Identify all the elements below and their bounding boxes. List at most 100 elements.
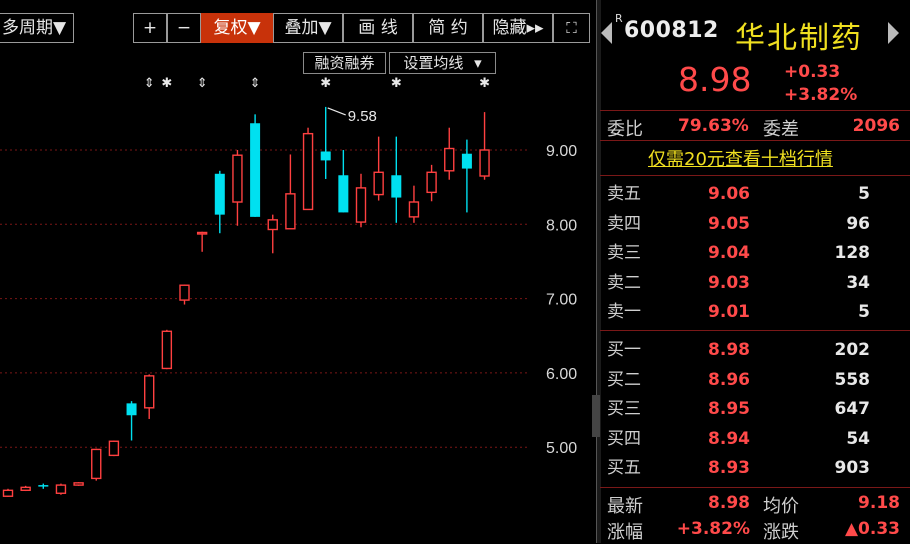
candle[interactable] — [179, 284, 190, 305]
prev-stock-icon[interactable] — [601, 22, 612, 44]
bid-row[interactable]: 买二 8.96 558 — [600, 365, 910, 395]
margin-trading-button[interactable]: 融资融券 — [303, 52, 386, 74]
bid-row[interactable]: 买一 8.98 202 — [600, 335, 910, 365]
ask-row[interactable]: 卖四 9.05 96 — [600, 209, 910, 239]
candle[interactable] — [38, 483, 49, 489]
candle[interactable] — [408, 185, 420, 223]
bid-row[interactable]: 买三 8.95 647 — [600, 394, 910, 424]
ask-volume: 96 — [846, 213, 870, 234]
ask-volume: 34 — [846, 272, 870, 293]
candle[interactable] — [91, 448, 102, 481]
ask-row[interactable]: 卖二 9.03 34 — [600, 268, 910, 298]
updown-label: 涨跌 — [763, 522, 799, 543]
collapse-handle[interactable] — [592, 395, 600, 437]
candle[interactable] — [302, 127, 314, 211]
bid-volume: 202 — [834, 340, 871, 360]
candle-body — [426, 171, 437, 194]
candle-body — [91, 448, 102, 480]
candle[interactable] — [232, 150, 243, 226]
bid-label: 买三 — [607, 399, 641, 419]
ask-volume: 128 — [834, 243, 871, 263]
simple-button[interactable]: 简 约 — [413, 13, 483, 43]
candle[interactable] — [391, 136, 402, 223]
candle[interactable] — [267, 214, 278, 254]
candle-body — [461, 153, 472, 169]
bid-label: 买四 — [607, 428, 641, 449]
ask-label: 卖一 — [607, 302, 641, 322]
event-marker-icon[interactable]: ⇕ — [144, 76, 155, 91]
candle-body — [38, 485, 49, 487]
ask-price: 9.03 — [708, 272, 750, 293]
bid-label: 买五 — [607, 458, 641, 478]
candle[interactable] — [143, 374, 155, 419]
ten-level-link[interactable]: 仅需20元查看十档行情 — [648, 145, 833, 171]
candle[interactable] — [338, 150, 349, 213]
candle[interactable] — [126, 401, 137, 441]
candle[interactable] — [355, 173, 367, 228]
candle[interactable] — [285, 154, 296, 230]
ask-price: 9.05 — [708, 213, 750, 234]
candle[interactable] — [320, 106, 331, 179]
candle-body — [285, 193, 296, 230]
ask-row[interactable]: 卖三 9.04 128 — [600, 238, 910, 268]
candle[interactable] — [196, 231, 208, 252]
ask-row[interactable]: 卖五 9.06 5 — [600, 179, 910, 209]
candles — [2, 106, 490, 497]
max-pointer-line — [327, 107, 346, 116]
candle-body — [373, 171, 384, 196]
ratio-label: 委比 — [607, 119, 643, 140]
event-markers: ⇕ ✱ ⇕ ⇕ ✱ ✱ ✱ — [144, 76, 490, 91]
candle[interactable] — [373, 136, 384, 201]
candle-body — [20, 486, 31, 491]
bid-volume: 903 — [834, 458, 871, 478]
candle[interactable] — [250, 114, 261, 217]
candle[interactable] — [2, 488, 14, 497]
last-price: 8.98 — [678, 60, 752, 99]
updown-value: ▲0.33 — [844, 519, 900, 539]
candle[interactable] — [426, 164, 437, 202]
quote-panel: R 600812 华北制药 8.98 +0.33 +3.82% 委比 79.63… — [600, 0, 910, 543]
event-marker-icon[interactable]: ⇕ — [250, 76, 261, 91]
candle-body — [73, 482, 84, 486]
ask-row[interactable]: 卖一 9.01 5 — [600, 297, 910, 327]
candle[interactable] — [479, 112, 490, 180]
zoom-out-button[interactable]: − — [167, 13, 201, 43]
bid-row[interactable]: 买五 8.93 903 — [600, 453, 910, 483]
next-stock-icon[interactable] — [888, 22, 899, 44]
candle[interactable] — [55, 483, 67, 495]
chevron-down-icon: ▾ — [474, 54, 482, 72]
adjust-dropdown[interactable]: 复权▼ — [201, 13, 273, 43]
candle-body — [179, 284, 190, 301]
pct-label: 涨幅 — [607, 522, 643, 543]
ma-settings-dropdown[interactable]: 设置均线 ▾ — [389, 52, 496, 74]
fullscreen-icon[interactable]: ⛶ — [553, 13, 590, 43]
candle-body — [391, 175, 402, 198]
kline-chart[interactable]: 9.00 8.00 7.00 6.00 5.00 ⇕ ✱ ⇕ ⇕ ✱ ✱ ✱ 9.58 — [0, 0, 596, 543]
zoom-in-button[interactable]: + — [133, 13, 167, 43]
candle[interactable] — [444, 127, 455, 180]
price-tick-label: 8.00 — [546, 217, 577, 234]
event-marker-icon[interactable]: ✱ — [391, 76, 402, 91]
latest-label: 最新 — [607, 496, 643, 517]
ratio-value: 79.63% — [678, 116, 749, 136]
event-marker-icon[interactable]: ⇕ — [197, 76, 208, 91]
draw-line-button[interactable]: 画 线 — [343, 13, 413, 43]
event-marker-icon[interactable]: ✱ — [320, 76, 331, 91]
price-tick-label: 5.00 — [546, 440, 577, 457]
ask-label: 卖三 — [607, 243, 641, 263]
candle[interactable] — [161, 329, 173, 370]
overlay-dropdown[interactable]: 叠加▼ — [273, 13, 343, 43]
candle[interactable] — [108, 440, 120, 457]
hide-button[interactable]: 隐藏▸▸ — [483, 13, 553, 43]
candle[interactable] — [20, 485, 31, 492]
divider-line — [600, 110, 910, 111]
candle[interactable] — [461, 139, 472, 213]
diff-value: 2096 — [852, 116, 900, 136]
period-dropdown[interactable]: 多周期▼ — [0, 13, 74, 43]
candle[interactable] — [73, 482, 84, 486]
candle-body — [214, 173, 225, 215]
bid-row[interactable]: 买四 8.94 54 — [600, 424, 910, 454]
event-marker-icon[interactable]: ✱ — [161, 76, 172, 91]
candle-body — [55, 484, 67, 494]
event-marker-icon[interactable]: ✱ — [479, 76, 490, 91]
